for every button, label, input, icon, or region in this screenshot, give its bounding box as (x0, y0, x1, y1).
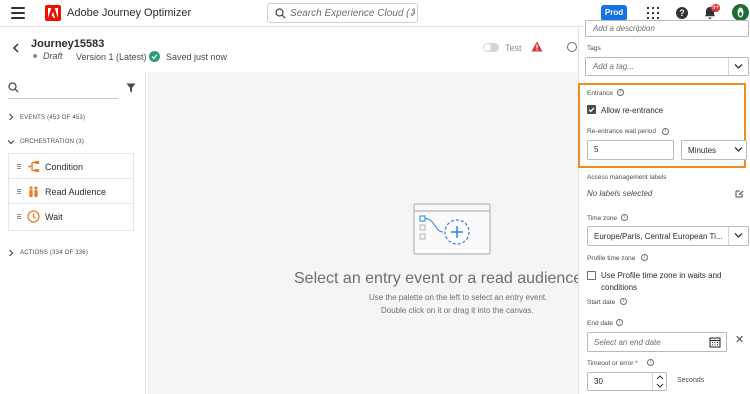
calendar-icon[interactable] (709, 336, 721, 348)
allow-reentrance-label[interactable]: Allow re-entrance (601, 106, 663, 115)
palette-item-label: Condition (45, 162, 84, 172)
wait-icon (27, 210, 40, 223)
drag-handle-icon[interactable] (17, 164, 21, 169)
timeout-unit: Seconds (677, 377, 705, 384)
description-placeholder: Add a description (593, 24, 655, 33)
test-mode-label: Test (505, 43, 522, 53)
timeout-stepper[interactable] (652, 373, 666, 390)
chevron-down-icon[interactable] (734, 63, 743, 70)
entrance-label: Entrance (587, 90, 614, 97)
search-icon[interactable] (8, 82, 19, 93)
field-divider (728, 58, 729, 75)
help-icon[interactable]: ? (676, 7, 688, 19)
chevron-down-icon[interactable] (734, 232, 743, 239)
info-icon[interactable] (567, 42, 577, 52)
info-icon[interactable]: i (647, 359, 654, 366)
status-dot-icon (33, 54, 37, 58)
profile-timezone-checkbox-label[interactable]: Use Profile time zone in waits and condi… (601, 270, 741, 294)
edit-icon[interactable] (735, 189, 744, 198)
info-icon[interactable]: i (662, 128, 669, 135)
chevron-down-icon[interactable] (7, 138, 15, 146)
reentrance-wait-input[interactable] (587, 140, 674, 160)
chevron-down-icon[interactable] (734, 146, 743, 153)
condition-icon (28, 161, 39, 172)
chevron-right-icon[interactable] (7, 249, 15, 257)
timeout-label-text: Timeout or error (587, 360, 634, 367)
info-icon[interactable]: i (621, 214, 628, 221)
journey-version[interactable]: Version 1 (Latest) (76, 52, 147, 62)
drag-handle-icon[interactable] (17, 189, 21, 194)
palette-item-label: Wait (45, 212, 63, 222)
allow-reentrance-checkbox[interactable] (587, 105, 596, 114)
events-section-header[interactable]: EVENTS (453 OF 453) (20, 115, 85, 121)
required-mark: * (635, 360, 638, 367)
save-status: Saved just now (166, 52, 228, 62)
user-avatar[interactable] (732, 4, 749, 21)
test-mode-toggle[interactable] (483, 43, 499, 52)
notification-badge: 9+ (711, 4, 720, 12)
access-labels-value: No labels selected (587, 189, 653, 198)
chevron-right-icon[interactable] (7, 113, 15, 121)
stepper-up-icon[interactable] (656, 375, 664, 380)
orchestration-list: Condition Read Audience Wait (8, 153, 134, 231)
timeout-label: Timeout or error * (587, 360, 638, 367)
actions-section-header[interactable]: ACTIONS (334 OF 336) (20, 250, 88, 256)
app-title[interactable]: Adobe Journey Optimizer (67, 7, 191, 19)
tags-label: Tags (587, 45, 601, 52)
timezone-label: Time zone (587, 215, 618, 222)
journey-name[interactable]: Journey15583 (31, 38, 104, 50)
canvas-hint: Use the palette on the left to select an… (369, 293, 548, 302)
clear-icon[interactable]: ✕ (735, 333, 744, 346)
access-labels-label: Access management labels (587, 174, 667, 181)
hamburger-menu-icon[interactable] (11, 7, 25, 19)
global-search[interactable] (267, 3, 418, 23)
read-audience-icon (29, 186, 38, 197)
palette-search-input[interactable] (8, 98, 118, 99)
empty-canvas-illustration (413, 203, 491, 255)
adobe-logo-icon[interactable] (45, 5, 61, 21)
reentrance-wait-value: 5 (594, 145, 599, 154)
timezone-value: Europe/Paris, Central European Ti... (594, 232, 723, 241)
palette-item-read-audience[interactable]: Read Audience (9, 179, 133, 204)
end-date-label: End date (587, 320, 614, 327)
reentrance-unit-value: Minutes (688, 146, 717, 155)
palette-item-condition[interactable]: Condition (9, 154, 133, 179)
search-input[interactable] (290, 6, 415, 20)
canvas-hint: Double click on it or drag it into the c… (381, 306, 534, 315)
environment-button[interactable]: Prod (601, 5, 627, 21)
end-date-placeholder: Select an end date (594, 338, 661, 347)
filter-icon[interactable] (126, 83, 136, 93)
saved-check-icon (149, 51, 160, 62)
palette-item-label: Read Audience (45, 187, 107, 197)
info-icon[interactable]: i (616, 319, 623, 326)
journey-canvas[interactable] (147, 72, 578, 394)
journey-status: Draft (43, 51, 63, 61)
back-chevron-icon[interactable] (12, 43, 20, 53)
stepper-down-icon[interactable] (656, 383, 664, 388)
drag-handle-icon[interactable] (17, 214, 21, 219)
reentrance-wait-label: Re-entrance wait period (587, 128, 657, 135)
info-icon[interactable]: i (617, 89, 624, 96)
info-icon[interactable]: i (641, 254, 648, 261)
tags-placeholder: Add a tag... (593, 62, 634, 71)
orchestration-section-header[interactable]: ORCHESTRATION (3) (20, 139, 84, 145)
app-switcher-icon[interactable] (647, 7, 659, 19)
palette-item-wait[interactable]: Wait (9, 204, 133, 229)
canvas-empty-title: Select an entry event or a read audience… (294, 270, 604, 287)
field-divider (728, 227, 729, 245)
info-icon[interactable]: i (620, 298, 627, 305)
profile-timezone-checkbox[interactable] (587, 271, 596, 280)
start-date-label: Start date (587, 299, 616, 306)
timeout-value: 30 (594, 377, 603, 386)
alert-icon[interactable] (531, 41, 543, 52)
search-icon (275, 8, 286, 19)
profile-timezone-label: Profile time zone (587, 255, 636, 262)
